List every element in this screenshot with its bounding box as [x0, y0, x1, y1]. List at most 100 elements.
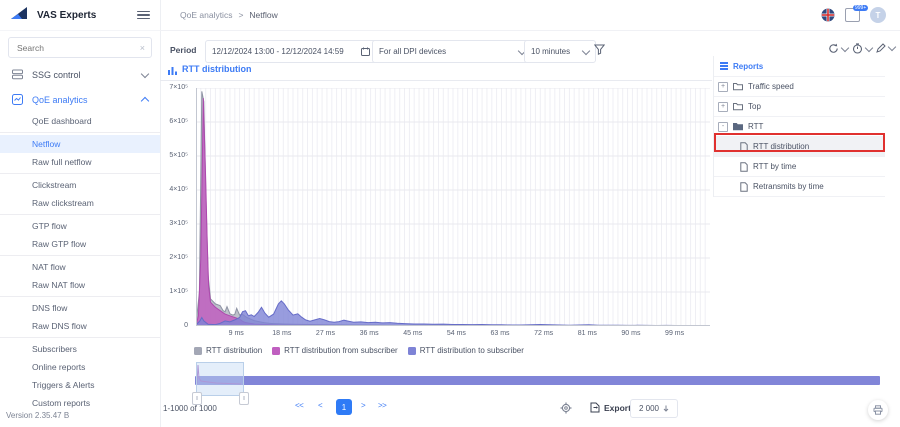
page-size-select[interactable]: 2 000 [630, 399, 678, 418]
vas-experts-logo-icon [10, 6, 30, 24]
printer-icon [873, 405, 883, 415]
print-button[interactable] [868, 400, 888, 420]
tree-item-rtt-distribution[interactable]: RTT distribution [714, 137, 885, 157]
calendar-icon [361, 47, 370, 56]
y-tick-label: 2×10⁵ [169, 254, 188, 261]
sidebar-item-qoe-analytics[interactable]: QoE analytics [0, 87, 160, 112]
breadcrumb-parent[interactable]: QoE analytics [180, 10, 232, 20]
legend-label: RTT distribution from subscriber [284, 346, 398, 355]
last-page-button[interactable]: >> [378, 401, 386, 410]
legend-item-rtt-from-subscriber[interactable]: RTT distribution from subscriber [272, 346, 398, 355]
period-input[interactable]: 12/12/2024 13:00 - 12/12/2024 14:59 [205, 40, 377, 63]
navigator-handle-right[interactable] [239, 392, 249, 405]
sidebar-item-ssg-control[interactable]: SSG control [0, 62, 160, 87]
qoe-analytics-app: VAS Experts × SSG control QoE analytics [0, 0, 900, 427]
avatar-initial: T [876, 11, 881, 20]
arrow-down-icon [663, 405, 669, 412]
tree-item-label: Traffic speed [748, 82, 794, 91]
expand-icon[interactable]: + [718, 102, 728, 112]
sidebar-item-raw-gtp-flow[interactable]: Raw GTP flow [0, 235, 160, 253]
legend-item-rtt-distribution[interactable]: RTT distribution [194, 346, 262, 355]
report-file-icon [740, 182, 748, 192]
sidebar-item-raw-dns-flow[interactable]: Raw DNS flow [0, 317, 160, 335]
sidebar-item-raw-full-netflow[interactable]: Raw full netflow [0, 153, 160, 171]
rtt-chart-plot[interactable] [196, 88, 710, 326]
current-page-button[interactable]: 1 [336, 399, 352, 415]
sidebar-item-dns-flow[interactable]: DNS flow [0, 299, 160, 317]
x-tick-label: 36 ms [360, 330, 379, 337]
auto-update-control[interactable] [852, 43, 872, 54]
chart-icon [167, 65, 178, 76]
y-axis-labels: 01×10⁵2×10⁵3×10⁵4×10⁵5×10⁵6×10⁵7×10⁵ [156, 88, 192, 326]
sidebar-item-raw-clickstream[interactable]: Raw clickstream [0, 194, 160, 212]
list-icon [720, 62, 728, 69]
sidebar-item-qoe-dashboard[interactable]: QoE dashboard [0, 112, 160, 130]
tree-item-label: RTT [748, 122, 763, 131]
chevron-down-icon [841, 43, 849, 51]
sidebar-item-raw-nat-flow[interactable]: Raw NAT flow [0, 276, 160, 294]
sidebar: VAS Experts × SSG control QoE analytics [0, 0, 161, 427]
dpi-device-select[interactable]: For all DPI devices [372, 40, 532, 63]
refresh-control[interactable] [828, 43, 848, 54]
sidebar-item-custom-reports[interactable]: Custom reports [0, 394, 160, 412]
prev-page-button[interactable]: < [318, 401, 322, 410]
sidebar-header: VAS Experts [0, 0, 160, 31]
divider [0, 296, 160, 297]
sidebar-item-gtp-flow[interactable]: GTP flow [0, 217, 160, 235]
collapse-icon[interactable]: - [718, 122, 728, 132]
next-page-button[interactable]: > [361, 401, 365, 410]
y-tick-label: 6×10⁵ [169, 118, 188, 125]
sidebar-item-subscribers[interactable]: Subscribers [0, 340, 160, 358]
period-value: 12/12/2024 13:00 - 12/12/2024 14:59 [212, 47, 356, 56]
legend-swatch [272, 347, 280, 355]
chevron-down-icon [888, 43, 896, 51]
sidebar-item-clickstream[interactable]: Clickstream [0, 176, 160, 194]
report-file-icon [740, 162, 748, 172]
expand-icon[interactable]: + [718, 82, 728, 92]
first-page-button[interactable]: << [295, 401, 303, 410]
chevron-down-icon [865, 43, 873, 51]
folder-icon [733, 102, 743, 111]
tree-item-retransmits-by-time[interactable]: Retransmits by time [714, 177, 885, 197]
export-button[interactable]: Export [590, 402, 631, 413]
edit-view-control[interactable] [876, 43, 895, 53]
sidebar-item-netflow[interactable]: Netflow [0, 135, 160, 153]
search-clear-icon[interactable]: × [140, 43, 145, 53]
tree-item-top[interactable]: + Top [714, 97, 885, 117]
sidebar-item-triggers-alerts[interactable]: Triggers & Alerts [0, 376, 160, 394]
report-file-icon [740, 142, 748, 152]
legend-label: RTT distribution [206, 346, 262, 355]
notifications-icon[interactable]: 999+ [845, 8, 860, 22]
language-flag-icon[interactable] [821, 8, 835, 22]
y-tick-label: 0 [184, 322, 188, 329]
x-tick-label: 63 ms [490, 330, 509, 337]
sidebar-item-online-reports[interactable]: Online reports [0, 358, 160, 376]
hamburger-menu-icon[interactable] [137, 11, 150, 20]
x-tick-label: 45 ms [403, 330, 422, 337]
sidebar-item-nat-flow[interactable]: NAT flow [0, 258, 160, 276]
legend-item-rtt-to-subscriber[interactable]: RTT distribution to subscriber [408, 346, 524, 355]
y-tick-label: 5×10⁵ [169, 152, 188, 159]
navigator-selection[interactable] [196, 362, 244, 396]
tree-item-rtt-by-time[interactable]: RTT by time [714, 157, 885, 177]
brand-name: VAS Experts [37, 10, 130, 21]
tree-item-rtt[interactable]: - RTT [714, 117, 885, 137]
tree-item-traffic-speed[interactable]: + Traffic speed [714, 77, 885, 97]
y-tick-label: 7×10⁵ [169, 84, 188, 91]
period-label: Period [170, 45, 196, 55]
filter-funnel-icon[interactable] [594, 44, 605, 55]
open-folder-icon [733, 122, 743, 131]
interval-select[interactable]: 10 minutes [524, 40, 596, 63]
tree-item-label: RTT distribution [753, 142, 809, 151]
chevron-up-icon [141, 97, 149, 105]
sidebar-item-label: QoE analytics [32, 95, 133, 105]
y-tick-label: 4×10⁵ [169, 186, 188, 193]
range-navigator-bar[interactable] [195, 376, 880, 385]
breadcrumb-separator: > [238, 10, 243, 20]
y-tick-label: 1×10⁵ [169, 288, 188, 295]
tree-item-label: RTT by time [753, 162, 796, 171]
avatar[interactable]: T [870, 7, 886, 23]
search-input[interactable] [15, 42, 140, 54]
x-tick-label: 18 ms [272, 330, 291, 337]
table-settings-gear-icon[interactable] [560, 402, 572, 414]
